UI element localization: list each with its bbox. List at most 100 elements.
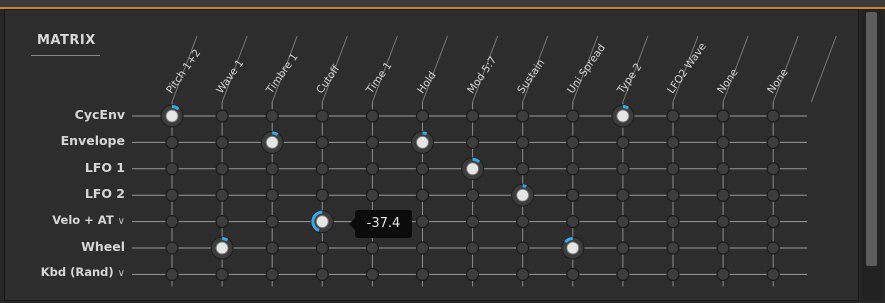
mod-knob[interactable]: [365, 162, 379, 176]
mod-knob[interactable]: [315, 162, 329, 176]
mod-knob[interactable]: [616, 215, 630, 229]
mod-knob[interactable]: [766, 109, 780, 123]
mod-knob[interactable]: [766, 188, 780, 202]
mod-knob[interactable]: [616, 162, 630, 176]
row-source-label: CycEnv: [75, 107, 125, 122]
mod-knob[interactable]: [315, 135, 329, 149]
mod-knob[interactable]: [265, 162, 279, 176]
mod-knob[interactable]: [215, 241, 229, 255]
mod-knob[interactable]: [616, 109, 630, 123]
mod-knob[interactable]: [466, 188, 480, 202]
mod-knob[interactable]: [215, 135, 229, 149]
mod-knob[interactable]: [566, 215, 580, 229]
mod-knob[interactable]: [616, 241, 630, 255]
row-source-dropdown[interactable]: Velo + AT ∨: [52, 213, 125, 227]
mod-knob[interactable]: [666, 188, 680, 202]
mod-knob[interactable]: [616, 267, 630, 281]
mod-knob[interactable]: [415, 267, 430, 281]
mod-knob[interactable]: [315, 241, 329, 255]
row-label-text: Envelope: [60, 133, 125, 149]
mod-knob[interactable]: [416, 135, 429, 149]
mod-knob[interactable]: [516, 135, 530, 149]
mod-knob[interactable]: [716, 188, 730, 202]
mod-knob[interactable]: [365, 135, 379, 149]
mod-knob[interactable]: [265, 109, 279, 123]
mod-knob[interactable]: [766, 267, 780, 281]
row-label-text: Wheel: [81, 239, 125, 254]
mod-knob[interactable]: [215, 162, 229, 176]
mod-knob[interactable]: [265, 215, 279, 229]
mod-knob[interactable]: [516, 162, 530, 176]
mod-knob[interactable]: [265, 267, 279, 281]
mod-knob[interactable]: [766, 215, 780, 229]
mod-knob[interactable]: [716, 241, 730, 255]
mod-knob[interactable]: [315, 188, 329, 202]
mod-knob[interactable]: [566, 267, 580, 281]
mod-knob[interactable]: [215, 267, 229, 281]
mod-knob[interactable]: [716, 135, 730, 149]
mod-knob[interactable]: [766, 162, 780, 176]
mod-knob[interactable]: [516, 188, 530, 202]
mod-knob[interactable]: [466, 267, 480, 281]
mod-knob[interactable]: [415, 188, 430, 202]
mod-knob[interactable]: [516, 241, 530, 255]
mod-knob[interactable]: [766, 135, 780, 149]
matrix-grid: [132, 35, 837, 287]
mod-knob[interactable]: [165, 188, 179, 202]
mod-knob[interactable]: [215, 109, 229, 123]
mod-knob[interactable]: [165, 109, 179, 123]
mod-knob[interactable]: [215, 188, 229, 202]
mod-knob[interactable]: [165, 135, 179, 149]
mod-knob[interactable]: [415, 162, 430, 176]
mod-knob[interactable]: [365, 109, 379, 123]
mod-knob[interactable]: [566, 109, 580, 123]
mod-knob[interactable]: [666, 241, 680, 255]
mod-knob[interactable]: [265, 241, 279, 255]
mod-knob[interactable]: [666, 215, 680, 229]
mod-knob[interactable]: [466, 162, 480, 176]
row-source-dropdown[interactable]: Kbd (Rand) ∨: [41, 265, 125, 279]
mod-knob[interactable]: [566, 188, 580, 202]
mod-knob[interactable]: [466, 215, 480, 229]
mod-knob[interactable]: [365, 241, 379, 255]
mod-knob[interactable]: [766, 241, 780, 255]
mod-knob[interactable]: [516, 267, 530, 281]
mod-knob[interactable]: [365, 188, 379, 202]
mod-knob[interactable]: [716, 267, 730, 281]
mod-knob[interactable]: [566, 135, 580, 149]
mod-knob[interactable]: [666, 162, 680, 176]
mod-knob[interactable]: [616, 188, 630, 202]
mod-knob[interactable]: [365, 267, 379, 281]
mod-knob[interactable]: [566, 241, 580, 255]
mod-knob[interactable]: [315, 267, 329, 281]
mod-knob[interactable]: [516, 215, 530, 229]
mod-knob[interactable]: [466, 241, 480, 255]
mod-knob[interactable]: [215, 215, 229, 229]
mod-knob[interactable]: [466, 109, 480, 123]
mod-knob[interactable]: [666, 109, 680, 123]
mod-knob[interactable]: [165, 241, 179, 255]
mod-knob[interactable]: [315, 109, 329, 123]
chevron-down-icon: ∨: [117, 215, 125, 227]
mod-knob[interactable]: [165, 162, 179, 176]
mod-knob[interactable]: [315, 215, 329, 229]
mod-knob[interactable]: [716, 162, 730, 176]
mod-knob[interactable]: [265, 188, 279, 202]
mod-knob[interactable]: [566, 162, 580, 176]
mod-knob[interactable]: [666, 267, 680, 281]
mod-knob[interactable]: [716, 215, 730, 229]
mod-knob[interactable]: [265, 135, 279, 149]
mod-knob[interactable]: [415, 109, 430, 123]
column-divider: [810, 35, 837, 103]
mod-knob[interactable]: [616, 135, 630, 149]
mod-knob[interactable]: [415, 241, 430, 255]
mod-amount-arc: [522, 184, 527, 188]
mod-knob[interactable]: [666, 135, 680, 149]
mod-knob[interactable]: [716, 109, 730, 123]
row-source-label: Wheel: [81, 239, 125, 254]
mod-knob[interactable]: [466, 135, 480, 149]
mod-knob[interactable]: [516, 109, 530, 123]
mod-knob[interactable]: [415, 215, 430, 229]
mod-knob[interactable]: [165, 267, 179, 281]
mod-knob[interactable]: [165, 215, 179, 229]
